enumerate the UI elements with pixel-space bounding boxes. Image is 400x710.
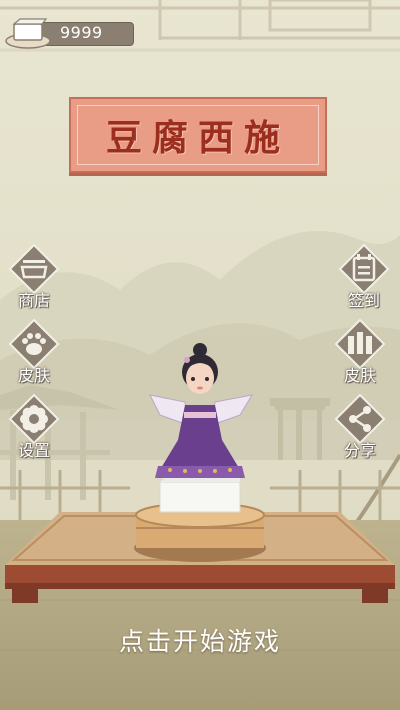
calendar-icon	[338, 243, 390, 295]
start-game-prompt[interactable]: 点击开始游戏	[0, 624, 400, 660]
title-plaque: 豆腐西施	[69, 97, 327, 173]
game-title: 豆腐西施	[105, 117, 290, 159]
checkin-label: 签到	[347, 291, 380, 310]
skin-label-left: 皮肤	[17, 366, 50, 385]
wardrobe-icon	[334, 318, 386, 370]
skin-button-left[interactable]: 皮肤	[4, 318, 64, 392]
share-button[interactable]: 分享	[330, 393, 390, 467]
settings-button[interactable]: 设置	[4, 393, 64, 467]
paw-icon	[8, 318, 60, 370]
gear-icon	[8, 393, 60, 445]
coin-value: 9999	[60, 23, 103, 42]
tofu-block	[159, 475, 241, 513]
share-icon	[334, 393, 386, 445]
skin-button-right[interactable]: 皮肤	[330, 318, 390, 392]
skin-label-right: 皮肤	[343, 366, 376, 385]
archway-silhouette	[270, 398, 330, 460]
shop-button[interactable]: 商店	[4, 243, 64, 317]
shop-label: 商店	[17, 291, 50, 310]
checkin-button[interactable]: 签到	[334, 243, 394, 317]
coin-counter: 9999	[4, 16, 134, 49]
tofu-coin-icon	[5, 18, 51, 49]
title-plaque-inner: 豆腐西施	[77, 105, 319, 165]
shop-icon	[8, 243, 60, 295]
share-label: 分享	[343, 441, 376, 460]
settings-label: 设置	[17, 441, 50, 460]
